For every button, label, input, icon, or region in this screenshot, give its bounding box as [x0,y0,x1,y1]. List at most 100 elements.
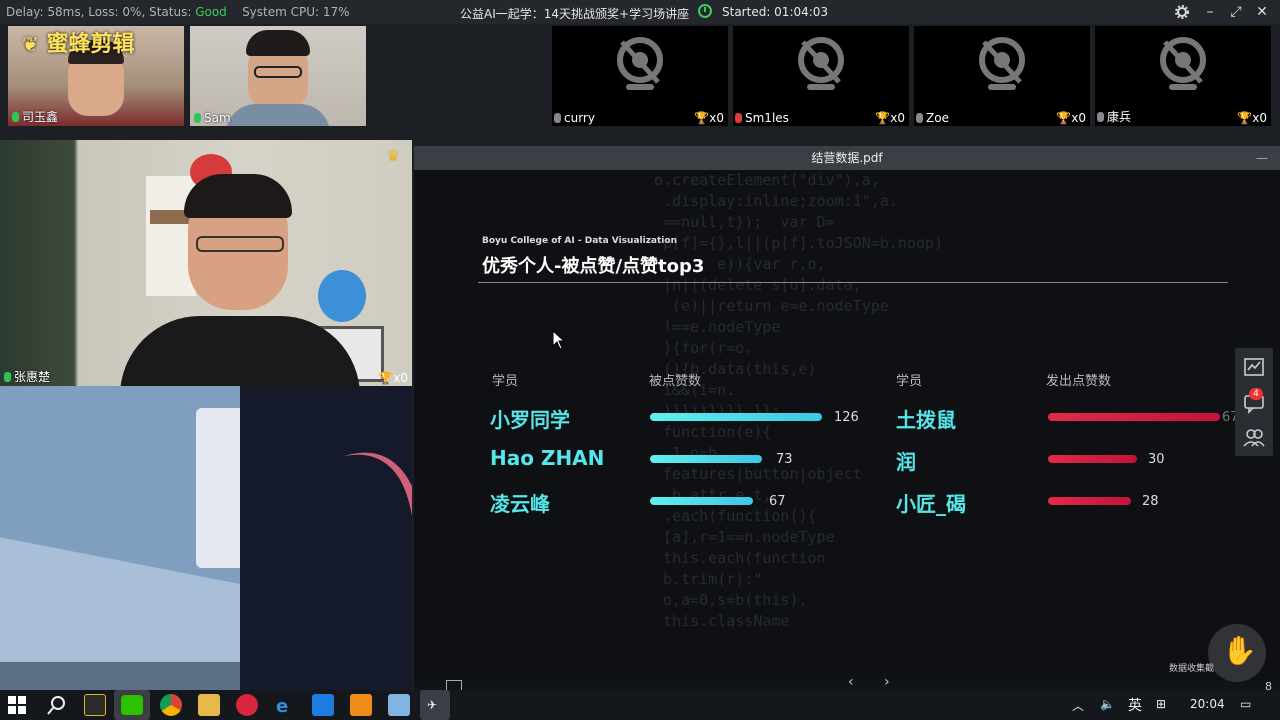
qq-browser-icon[interactable] [312,694,334,716]
chat-badge: 4 [1249,388,1263,400]
decorative-curve [344,452,412,516]
given-bar [1048,497,1131,505]
video-tile-participant-1[interactable]: ❦ 蜜蜂剪辑 司玉鑫 [8,26,184,126]
meeting-timer: Started: 01:04:03 [722,5,829,19]
pdf-slide: o.createElement("div"),a, .display:inlin… [414,170,1280,680]
chevron-up-icon[interactable]: ︿ [1072,697,1084,714]
slide-title: 优秀个人-被点赞/点赞top3 [482,256,705,277]
meeting-title: 公益AI一起学：14天挑战颁奖+学习场讲座 [460,7,690,21]
received-bar [650,497,753,505]
gear-icon[interactable] [1172,2,1192,22]
fullscreen-button[interactable]: ⤢ [1226,2,1246,22]
mic-muted-icon [554,113,561,123]
participant-name: curry [564,111,595,125]
given-metric-header: 发出点赞数 [1046,374,1112,389]
mic-icon [4,372,11,382]
pdf-titlebar: 结营数据.pdf — [414,146,1280,170]
search-icon[interactable] [46,694,68,716]
screen-footer [0,662,240,690]
received-bar [650,413,822,421]
close-button[interactable]: ✕ [1252,2,1272,22]
windows-taskbar: e ✈ ︿ 🔈 英 ⊞ 20:04 ▭ [0,690,1280,720]
orange-app-icon[interactable] [350,694,372,716]
shared-screen-dark [240,386,412,690]
trophy-value: x0 [1252,111,1267,125]
mic-icon [12,112,19,122]
received-name: 凌云峰 [490,492,550,516]
trophy-value: x0 [890,111,905,125]
trophy-icon: 🏆 [1056,111,1072,125]
image-app-icon[interactable] [388,694,410,716]
participant-name-tag: 康兵 [1097,108,1131,125]
video-tile-participant-2[interactable]: Sam [190,26,366,126]
meeting-app-taskbar-button[interactable]: ✈ [420,690,450,720]
meeting-app-icon: ✈ [427,698,438,712]
video-tile-participant-6[interactable]: 康兵 🏆x0 [1095,26,1271,126]
crown-icon: ♛ [386,146,401,165]
glasses [196,236,284,252]
windows-start-icon[interactable] [8,696,26,714]
next-page-button[interactable]: › [884,674,890,690]
notes-icon[interactable] [1243,356,1265,378]
video-tile-participant-4[interactable]: Sm1les 🏆x0 [733,26,909,126]
camera-off-icon [1160,37,1206,90]
taskbar-clock[interactable]: 20:04 [1190,697,1225,711]
minimize-button[interactable]: – [1200,2,1220,22]
participant-name-tag: 司玉鑫 [12,108,58,125]
raise-hand-button[interactable]: ✋ [1208,624,1266,682]
pdf-viewer[interactable]: 结营数据.pdf — o.createElement("div"),a, .di… [414,146,1280,694]
connection-stats-label: Delay: 58ms, Loss: 0%, Status: [6,5,196,19]
mic-muted-icon [1097,112,1104,122]
wechat-icon [121,695,143,715]
volume-icon[interactable]: 🔈 [1100,697,1115,711]
notification-icon[interactable]: ▭ [1240,697,1251,711]
chrome-icon[interactable] [160,694,182,716]
slide-footnote: 数据收集截 [1168,664,1214,674]
received-value: 73 [776,452,793,467]
participant-name-tag: curry [554,111,595,125]
presenter-video[interactable]: ♛ 张惠楚 🏆x0 [0,140,412,386]
given-value: 28 [1142,494,1159,509]
given-bar [1048,455,1137,463]
video-tile-participant-5[interactable]: Zoe 🏆x0 [914,26,1090,126]
doraemon-toy [318,270,366,322]
participant-name-tag: Sam [194,111,231,125]
connection-status: Good [195,5,227,19]
trophy-count: 🏆x0 [875,111,905,125]
glasses [254,66,302,78]
pdf-filename: 结营数据.pdf [811,151,883,165]
clock-icon [698,4,712,18]
participant-name: 康兵 [1107,110,1132,124]
participant-name: 司玉鑫 [22,110,59,124]
participants-icon[interactable] [1243,426,1265,448]
received-value: 126 [834,410,859,425]
trophy-icon: 🏆 [1237,111,1253,125]
camera-off-icon [979,37,1025,90]
slide-subtitle: Boyu College of AI - Data Visualization [482,236,677,246]
file-explorer-icon[interactable] [198,694,220,716]
participant-hair [246,30,310,56]
given-name: 润 [896,450,916,474]
input-method-indicator[interactable]: 英 [1128,695,1142,715]
connection-stats: Delay: 58ms, Loss: 0%, Status: Good Syst… [6,5,350,19]
netease-music-icon[interactable] [236,694,258,716]
hand-icon: ✋ [1222,634,1257,667]
trophy-icon: 🏆 [378,371,394,385]
trophy-value: x0 [1071,111,1086,125]
side-toolbar: 4 [1235,348,1273,456]
wechat-taskbar-button[interactable] [114,690,150,720]
prev-page-button[interactable]: ‹ [848,674,854,690]
trophy-icon: 🏆 [694,111,710,125]
watermark-logo: ❦ 蜜蜂剪辑 [22,26,134,58]
security-app-icon[interactable] [84,694,106,716]
camera-off-icon [617,37,663,90]
status-bar: Delay: 58ms, Loss: 0%, Status: Good Syst… [0,0,1280,24]
keyboard-grid-icon[interactable]: ⊞ [1156,697,1166,711]
video-tile-participant-3[interactable]: curry 🏆x0 [552,26,728,126]
received-name: 小罗同学 [490,408,570,432]
participant-name-tag: Sm1les [735,111,789,125]
trophy-value: x0 [709,111,724,125]
edge-icon[interactable]: e [274,694,296,717]
minimize-pdf-button[interactable]: — [1256,146,1268,170]
cpu-usage: System CPU: 17% [242,5,350,19]
